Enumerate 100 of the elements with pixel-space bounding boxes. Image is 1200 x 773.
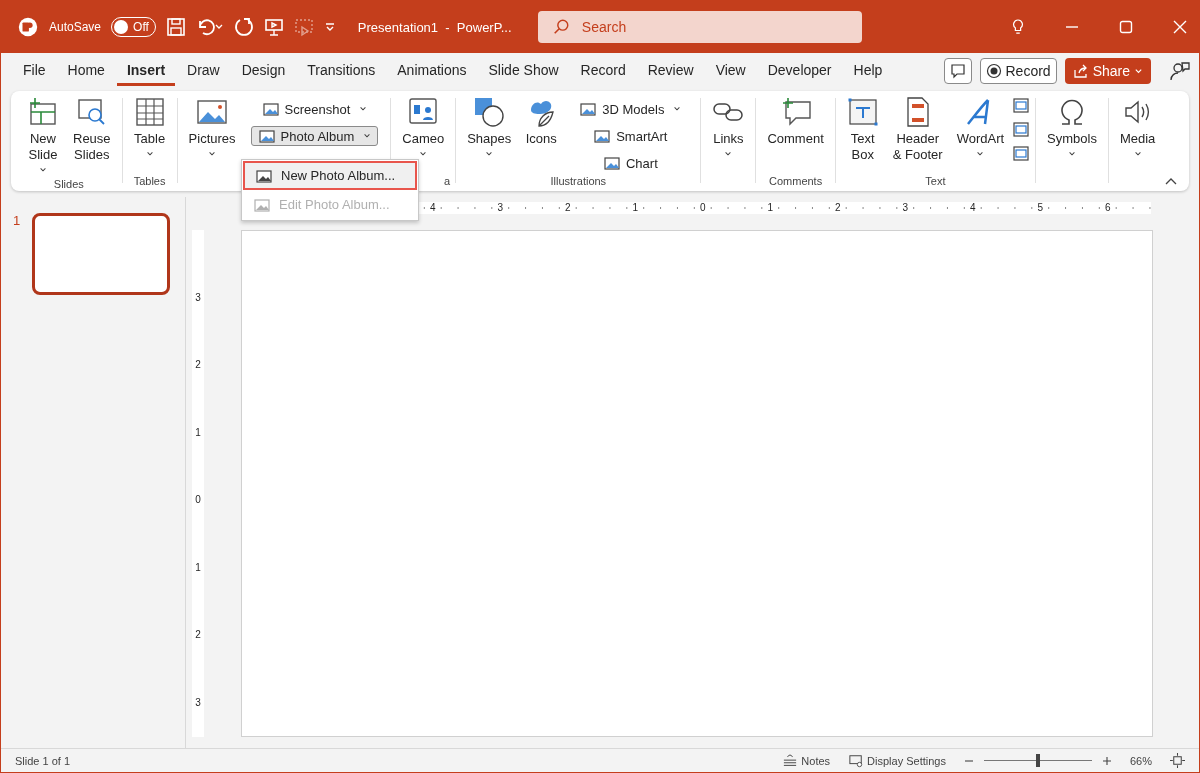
caret-icon	[976, 150, 985, 158]
ribbon-command[interactable]: Screenshot	[254, 99, 375, 119]
ribbon-command[interactable]: 3D Models	[572, 99, 689, 119]
ribbon-tab[interactable]: Record	[570, 56, 636, 86]
shapes-icon	[473, 96, 506, 128]
group-label: Comments	[769, 174, 823, 189]
ribbon-tab[interactable]: View	[705, 56, 756, 86]
slide-count: Slide 1 of 1	[15, 754, 71, 767]
window-title: Presentation1 - PowerP...	[357, 19, 513, 35]
caret-icon	[39, 166, 47, 174]
ribbon-tab[interactable]: Transitions	[297, 56, 386, 86]
ruler-number: 1	[194, 426, 202, 439]
coauthor-icon[interactable]	[1169, 60, 1191, 82]
ribbon-command[interactable]: Table	[130, 95, 169, 159]
group-label: Slides	[53, 177, 84, 192]
ruler-number: 3	[194, 291, 202, 304]
save-icon[interactable]	[165, 17, 186, 37]
photo-album-icon	[257, 127, 276, 145]
ribbon-tab[interactable]: File	[13, 56, 56, 86]
ruler-number: 5	[1036, 202, 1045, 214]
menu-item[interactable]: New Photo Album...	[243, 161, 417, 190]
new-slide-icon	[27, 96, 59, 128]
caret-icon	[1068, 150, 1076, 158]
group-label: Tables	[133, 174, 166, 189]
collapse-ribbon-icon[interactable]	[1165, 177, 1177, 185]
share-icon	[1072, 63, 1089, 79]
ruler-number: 4	[968, 202, 977, 214]
ribbon-command[interactable]: Media	[1116, 95, 1159, 159]
ribbon-command[interactable]: New Slide	[24, 95, 62, 175]
ribbon-tab[interactable]: Developer	[757, 56, 842, 86]
ribbon-command[interactable]: Shapes	[464, 95, 515, 159]
app-logo-icon	[17, 16, 39, 38]
slide-thumbnail[interactable]	[32, 213, 171, 295]
ruler-number: 2	[563, 202, 572, 214]
ruler-number: 4	[428, 202, 437, 214]
ribbon-tab[interactable]: Home	[57, 56, 115, 86]
share-button[interactable]: Share	[1064, 58, 1151, 84]
ribbon-command[interactable]: Photo Album	[250, 126, 379, 146]
text-box-icon	[846, 96, 879, 128]
ribbon-command[interactable]: Text Box	[843, 95, 882, 164]
caret-icon	[1134, 66, 1143, 76]
ribbon-command[interactable]: Links	[709, 95, 748, 159]
ribbon-tab[interactable]: Draw	[177, 56, 230, 86]
ribbon-tab[interactable]: Insert	[116, 56, 176, 86]
ribbon-tab[interactable]: Animations	[387, 56, 477, 86]
record-button[interactable]: Record	[979, 58, 1057, 84]
zoom-percent[interactable]: 66%	[1129, 754, 1152, 767]
ribbon-command[interactable]: Chart	[595, 153, 665, 173]
close-icon[interactable]	[1173, 20, 1187, 34]
ribbon-command[interactable]: WordArt	[953, 95, 1008, 159]
fit-to-window-icon[interactable]	[1170, 753, 1185, 768]
presentation-icon[interactable]	[263, 17, 284, 37]
ribbon-tab[interactable]: Slide Show	[478, 56, 569, 86]
caret-icon	[673, 105, 682, 113]
ruler-number: 3	[901, 202, 910, 214]
ribbon-command[interactable]: Header & Footer	[889, 95, 946, 164]
ribbon-tab[interactable]: Design	[231, 56, 296, 86]
ribbon-command[interactable]: Pictures	[185, 95, 239, 159]
caret-icon	[363, 132, 372, 140]
caret-icon	[145, 150, 154, 158]
ruler-number: 3	[496, 202, 505, 214]
caret-icon	[208, 150, 217, 158]
caret-icon	[485, 150, 494, 158]
redo-icon[interactable]	[233, 17, 254, 37]
group-label: Text	[925, 174, 946, 189]
ruler-number: 2	[833, 202, 842, 214]
table-icon	[133, 96, 166, 128]
caret-icon	[724, 150, 733, 158]
caret-icon	[419, 150, 428, 158]
ribbon-command[interactable]: Cameo	[399, 95, 448, 159]
ruler-number: 0	[698, 202, 707, 214]
ribbon-command[interactable]: SmartArt	[586, 126, 675, 146]
ribbon-command[interactable]: Icons	[522, 95, 561, 148]
record-icon	[985, 63, 1002, 79]
ribbon-command[interactable]: Reuse Slides	[70, 95, 114, 164]
maximize-icon[interactable]	[1119, 20, 1133, 34]
display-settings-button[interactable]: Display Settings	[848, 753, 946, 768]
caret-icon	[1133, 150, 1142, 158]
ribbon-tab[interactable]: Help	[843, 56, 893, 86]
ruler-number: 6	[1103, 202, 1112, 214]
lightbulb-icon[interactable]	[1011, 18, 1025, 36]
zoom-in-icon[interactable]	[1101, 755, 1112, 766]
autosave-label: AutoSave	[49, 20, 102, 34]
notes-button[interactable]: Notes	[782, 753, 831, 768]
group-label: Illustrations	[550, 174, 607, 189]
ruler-number: 1	[631, 202, 640, 214]
comment-icon	[949, 63, 966, 79]
notes-icon	[782, 753, 799, 768]
ruler-number: 1	[766, 202, 775, 214]
group-label: a	[444, 174, 451, 189]
zoom-thumb[interactable]	[1035, 754, 1040, 767]
display-settings-icon	[848, 753, 865, 768]
caret-icon	[359, 105, 368, 113]
search-field[interactable]: Search	[537, 11, 862, 43]
ribbon-tab[interactable]: Review	[637, 56, 704, 86]
ribbon-command[interactable]: Comment	[764, 95, 827, 148]
comments-button[interactable]	[943, 58, 972, 84]
ribbon-command[interactable]: Symbols	[1044, 95, 1100, 159]
customize-icon[interactable]	[323, 21, 336, 33]
ruler-number: 1	[194, 561, 202, 574]
